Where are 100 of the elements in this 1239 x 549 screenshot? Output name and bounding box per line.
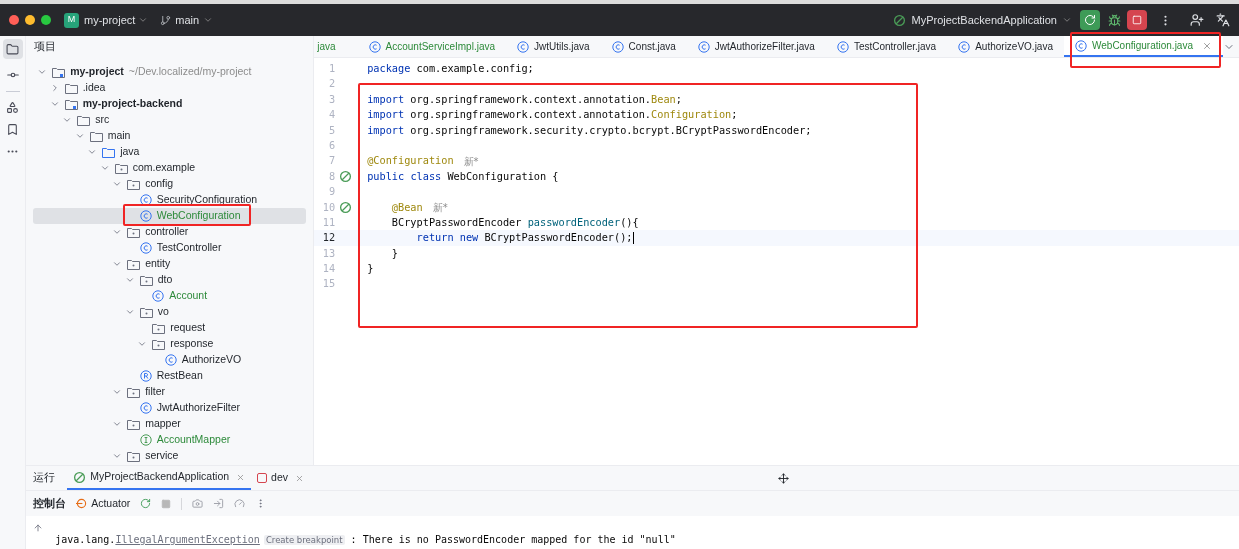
stop-icon xyxy=(1132,15,1142,25)
chevron-down-icon[interactable] xyxy=(112,179,123,189)
chevron-down-icon[interactable] xyxy=(112,451,123,461)
line-number: 5 xyxy=(328,122,336,138)
editor-tab[interactable]: JwtAuthorizeFilter.java xyxy=(686,36,826,57)
actuator-tab[interactable]: Actuator xyxy=(76,495,131,512)
class-icon xyxy=(152,290,165,302)
project-tool-button[interactable] xyxy=(2,39,23,59)
tree-item[interactable]: dto xyxy=(33,272,307,288)
bookmark-icon[interactable] xyxy=(6,123,20,136)
minimize-window-button[interactable] xyxy=(25,15,35,25)
tree-item[interactable]: my-project-backend xyxy=(33,96,307,112)
tree-item[interactable]: java xyxy=(33,144,307,160)
tree-item[interactable]: SecurityConfiguration xyxy=(33,192,307,208)
tree-item[interactable]: vo xyxy=(33,304,307,320)
tree-item[interactable]: request xyxy=(33,320,307,336)
camera-icon[interactable] xyxy=(192,498,204,509)
source-folder-icon xyxy=(102,146,116,158)
chevron-down-icon[interactable] xyxy=(124,275,135,285)
chevron-down-icon[interactable] xyxy=(124,307,135,317)
editor-tab[interactable]: AuthorizeVO.java xyxy=(947,36,1064,57)
tree-item[interactable]: com.example xyxy=(33,160,307,176)
tree-item[interactable]: my-project ~/Dev.localized/my-project xyxy=(33,64,307,80)
tree-label: config xyxy=(145,176,174,192)
tree-item[interactable]: entity xyxy=(33,256,307,272)
tree-item[interactable]: TestController xyxy=(33,240,307,256)
chevron-down-icon[interactable] xyxy=(138,15,149,25)
exception-link[interactable]: IllegalArgumentException xyxy=(115,534,260,545)
chevron-down-icon[interactable] xyxy=(99,163,110,173)
run-tab[interactable]: MyProjectBackendApplication xyxy=(67,466,252,490)
tree-item[interactable]: JwtAuthorizeFilter xyxy=(33,400,307,416)
chevron-down-icon[interactable] xyxy=(112,259,123,269)
editor-tab[interactable]: AccountServiceImpl.java xyxy=(357,36,507,57)
class-icon xyxy=(139,242,152,254)
project-badge: M xyxy=(64,12,79,28)
run-tab[interactable]: dev xyxy=(251,466,310,490)
chevron-down-icon[interactable] xyxy=(87,147,98,157)
tree-item[interactable]: mapper xyxy=(33,416,307,432)
editor-tab[interactable]: TestController.java xyxy=(825,36,948,57)
tree-item[interactable]: service xyxy=(33,448,307,464)
code-line: } xyxy=(390,245,399,261)
chevron-down-icon[interactable] xyxy=(37,67,48,77)
tree-item[interactable]: AccountMapper xyxy=(33,432,307,448)
move-cursor-icon xyxy=(778,472,789,484)
module-folder-icon xyxy=(64,98,78,110)
run-config-menu[interactable]: MyProjectBackendApplication xyxy=(893,11,1072,29)
add-user-icon[interactable] xyxy=(1190,13,1204,27)
gauge-icon[interactable] xyxy=(234,498,246,509)
branch-menu[interactable]: main xyxy=(160,11,214,29)
chevron-down-icon[interactable] xyxy=(74,131,85,141)
zoom-window-button[interactable] xyxy=(41,15,51,25)
tree-item[interactable]: src xyxy=(33,112,307,128)
chevron-down-icon[interactable] xyxy=(62,115,73,125)
tree-label: main xyxy=(107,128,131,144)
editor-tab[interactable]: Const.java xyxy=(600,36,687,57)
close-tab-icon[interactable] xyxy=(1202,40,1212,51)
package-icon xyxy=(127,450,141,462)
import-icon[interactable] xyxy=(213,498,225,509)
console-tab[interactable]: 控制台 xyxy=(33,495,67,512)
rerun-button[interactable] xyxy=(1080,10,1100,30)
tree-item[interactable]: AuthorizeVO xyxy=(33,352,307,368)
close-window-button[interactable] xyxy=(9,15,19,25)
record-icon xyxy=(139,370,152,382)
spring-run-icon xyxy=(893,13,907,27)
editor-tab[interactable]: java xyxy=(314,36,358,57)
class-icon xyxy=(139,210,152,222)
actuator-icon xyxy=(76,498,88,509)
chevron-down-icon[interactable] xyxy=(112,419,123,429)
tree-item[interactable]: response xyxy=(33,336,307,352)
tree-item[interactable]: Account xyxy=(33,288,307,304)
tree-item[interactable]: config xyxy=(33,176,307,192)
tree-label: service xyxy=(145,448,179,464)
chevron-down-icon[interactable] xyxy=(137,339,148,349)
stop-button[interactable] xyxy=(1127,10,1147,30)
close-tab-icon[interactable] xyxy=(295,473,304,483)
tree-item[interactable]: RestBean xyxy=(33,368,307,384)
chevron-down-icon[interactable] xyxy=(1062,15,1072,25)
line-number: 8 xyxy=(328,168,336,184)
scroll-up-icon[interactable] xyxy=(33,523,44,533)
tree-item[interactable]: controller xyxy=(33,224,307,240)
class-icon xyxy=(836,40,849,53)
rerun-icon[interactable] xyxy=(140,498,152,509)
chevron-down-icon[interactable] xyxy=(112,387,123,397)
interface-icon xyxy=(139,434,152,446)
code-line: package com.example.config; xyxy=(367,61,534,76)
project-menu[interactable]: my-project xyxy=(84,11,149,29)
editor-tab[interactable]: WebConfiguration.java xyxy=(1064,36,1223,57)
editor-tab[interactable]: JwtUtils.java xyxy=(506,36,601,57)
code-line: public class WebConfiguration { xyxy=(367,168,559,184)
tree-item[interactable]: .idea xyxy=(33,80,307,96)
chevron-down-icon[interactable] xyxy=(49,99,60,109)
chevron-down-icon[interactable] xyxy=(203,15,214,25)
tree-item[interactable]: main xyxy=(33,128,307,144)
structure-icon[interactable] xyxy=(6,101,20,114)
stop-icon[interactable] xyxy=(161,498,172,509)
chevron-down-icon[interactable] xyxy=(112,227,123,237)
text-caret xyxy=(632,232,634,244)
tree-item[interactable]: filter xyxy=(33,384,307,400)
translate-icon[interactable] xyxy=(1216,13,1230,27)
close-tab-icon[interactable] xyxy=(236,472,246,482)
